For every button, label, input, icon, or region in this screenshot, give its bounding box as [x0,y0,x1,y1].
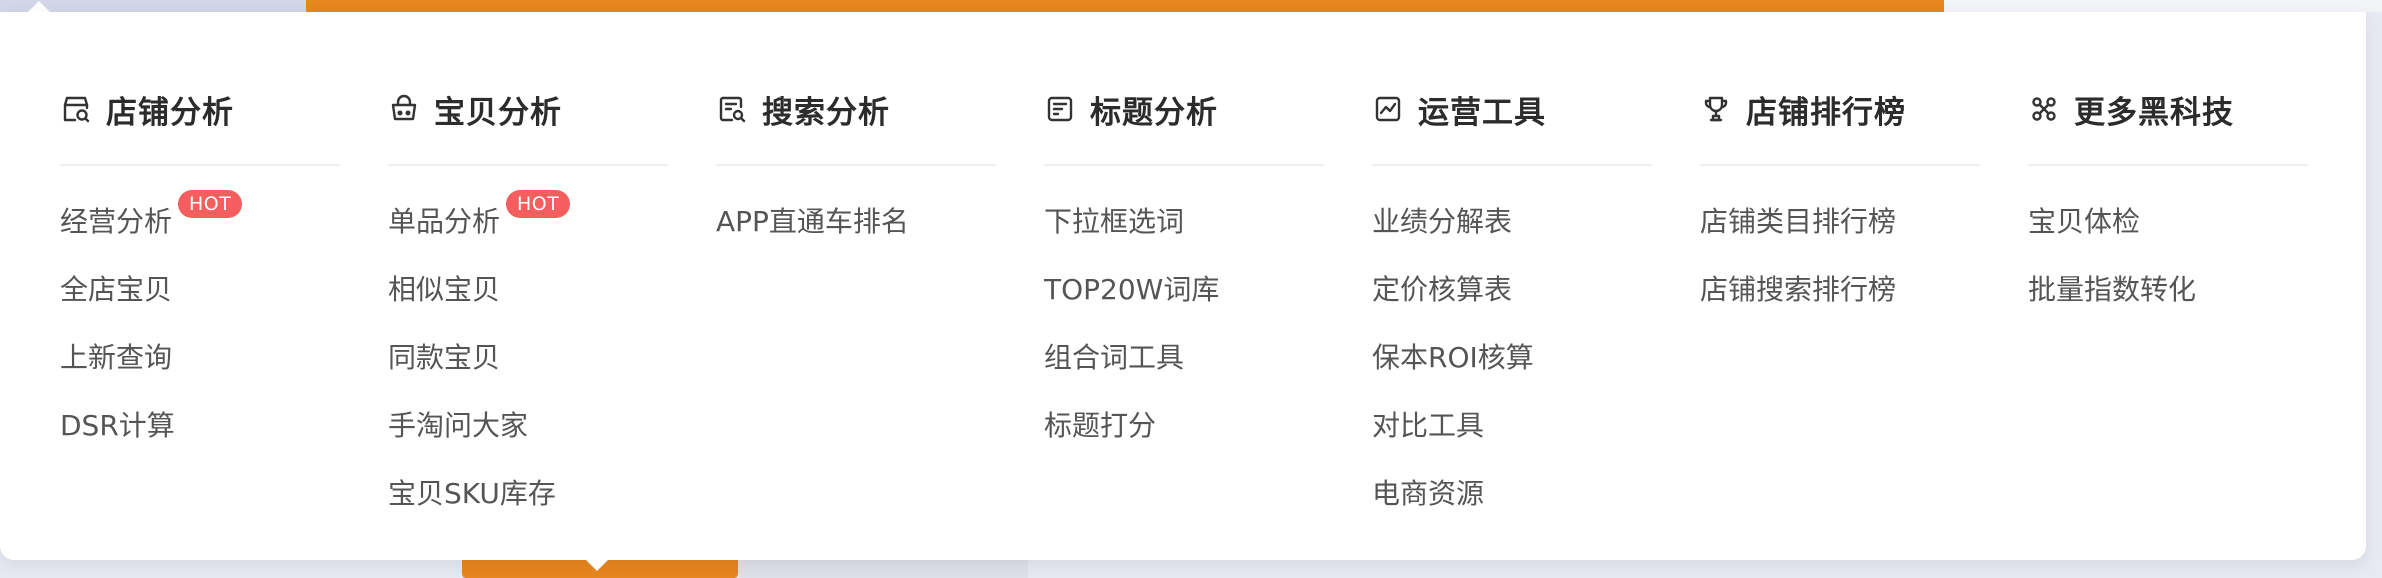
menu-item-label: 保本ROI核算 [1372,341,1534,374]
column-header[interactable]: 运营工具 [1372,76,1652,142]
column-divider [1700,164,1980,166]
menu-item-single-product-analysis[interactable]: 单品分析 HOT [388,186,668,254]
column-header[interactable]: 更多黑科技 [2028,76,2308,142]
column-title: 店铺分析 [106,94,234,131]
menu-item-same-products[interactable]: 同款宝贝 [388,322,668,390]
menu-item-label: 批量指数转化 [2028,273,2197,306]
menu-item-label: 上新查询 [60,341,173,374]
mega-menu-dropdown: 店铺分析 经营分析 HOT 全店宝贝 上新查询 DSR计算 宝贝分析 单品分析 … [0,12,2366,560]
menu-item-app-ztc-ranking[interactable]: APP直通车排名 [716,186,996,254]
column-header[interactable]: 标题分析 [1044,76,1324,142]
menu-item-performance-breakdown[interactable]: 业绩分解表 [1372,186,1652,254]
menu-item-label: APP直通车排名 [716,205,909,238]
menu-item-business-analysis[interactable]: 经营分析 HOT [60,186,340,254]
menu-item-label: 定价核算表 [1372,273,1513,306]
menu-item-label: 宝贝SKU库存 [388,477,556,510]
menu-item-new-arrivals[interactable]: 上新查询 [60,322,340,390]
menu-item-label: 手淘问大家 [388,409,529,442]
menu-item-label: 单品分析 [388,205,501,238]
menu-item-label: 下拉框选词 [1044,205,1185,238]
hot-badge: HOT [506,190,571,218]
menu-item-label: 标题打分 [1044,409,1157,442]
menu-item-label: 对比工具 [1372,409,1485,442]
menu-item-label: 电商资源 [1372,477,1485,510]
trophy-icon [1700,93,1732,125]
menu-item-label: 同款宝贝 [388,341,501,374]
column-title: 搜索分析 [762,94,890,131]
column-divider [1372,164,1652,166]
dropdown-pointer [28,1,50,12]
column-divider [716,164,996,166]
shopping-bag-icon [388,93,420,125]
column-header[interactable]: 搜索分析 [716,76,996,142]
column-header[interactable]: 宝贝分析 [388,76,668,142]
trend-chart-icon [1372,93,1404,125]
column-title: 标题分析 [1090,94,1218,131]
dropdown-bottom-pointer [586,560,608,571]
column-divider [388,164,668,166]
column-title: 更多黑科技 [2074,94,2234,131]
menu-item-label: 组合词工具 [1044,341,1185,374]
menu-item-compare-tool[interactable]: 对比工具 [1372,390,1652,458]
menu-item-label: DSR计算 [60,409,175,442]
menu-column-store-analysis: 店铺分析 经营分析 HOT 全店宝贝 上新查询 DSR计算 [60,76,340,458]
menu-item-title-scoring[interactable]: 标题打分 [1044,390,1324,458]
menu-column-operation-tools: 运营工具 业绩分解表 定价核算表 保本ROI核算 对比工具 电商资源 [1372,76,1652,526]
menu-item-sku-inventory[interactable]: 宝贝SKU库存 [388,458,668,526]
column-header[interactable]: 店铺排行榜 [1700,76,1980,142]
active-nav-bar [306,0,1944,12]
menu-item-label: 店铺类目排行榜 [1700,205,1897,238]
store-analysis-icon [60,93,92,125]
column-header[interactable]: 店铺分析 [60,76,340,142]
column-divider [1044,164,1324,166]
menu-item-ecommerce-resources[interactable]: 电商资源 [1372,458,1652,526]
search-document-icon [716,93,748,125]
menu-item-batch-index-convert[interactable]: 批量指数转化 [2028,254,2308,322]
title-document-icon [1044,93,1076,125]
menu-item-label: TOP20W词库 [1044,273,1220,306]
menu-column-search-analysis: 搜索分析 APP直通车排名 [716,76,996,254]
column-divider [60,164,340,166]
hot-badge: HOT [178,190,243,218]
menu-item-all-products[interactable]: 全店宝贝 [60,254,340,322]
menu-item-label: 业绩分解表 [1372,205,1513,238]
menu-column-more-tech: 更多黑科技 宝贝体检 批量指数转化 [2028,76,2308,322]
column-title: 宝贝分析 [434,94,562,131]
menu-item-product-checkup[interactable]: 宝贝体检 [2028,186,2308,254]
menu-item-dropdown-keywords[interactable]: 下拉框选词 [1044,186,1324,254]
background-strip-right [1944,0,2382,12]
column-divider [2028,164,2308,166]
menu-item-category-ranking[interactable]: 店铺类目排行榜 [1700,186,1980,254]
menu-item-word-combo-tool[interactable]: 组合词工具 [1044,322,1324,390]
menu-column-store-rankings: 店铺排行榜 店铺类目排行榜 店铺搜索排行榜 [1700,76,1980,322]
menu-item-label: 相似宝贝 [388,273,501,306]
menu-item-label: 全店宝贝 [60,273,173,306]
menu-column-title-analysis: 标题分析 下拉框选词 TOP20W词库 组合词工具 标题打分 [1044,76,1324,458]
menu-item-breakeven-roi[interactable]: 保本ROI核算 [1372,322,1652,390]
menu-item-search-ranking[interactable]: 店铺搜索排行榜 [1700,254,1980,322]
menu-item-dsr-calc[interactable]: DSR计算 [60,390,340,458]
column-title: 运营工具 [1418,94,1546,131]
menu-item-pricing-calc[interactable]: 定价核算表 [1372,254,1652,322]
menu-column-product-analysis: 宝贝分析 单品分析 HOT 相似宝贝 同款宝贝 手淘问大家 宝贝SKU库存 [388,76,668,526]
network-nodes-icon [2028,93,2060,125]
menu-item-label: 经营分析 [60,205,173,238]
menu-item-label: 宝贝体检 [2028,205,2141,238]
column-title: 店铺排行榜 [1746,94,1906,131]
menu-item-label: 店铺搜索排行榜 [1700,273,1897,306]
menu-item-similar-products[interactable]: 相似宝贝 [388,254,668,322]
menu-item-ask-everyone[interactable]: 手淘问大家 [388,390,668,458]
menu-item-top20w-lexicon[interactable]: TOP20W词库 [1044,254,1324,322]
